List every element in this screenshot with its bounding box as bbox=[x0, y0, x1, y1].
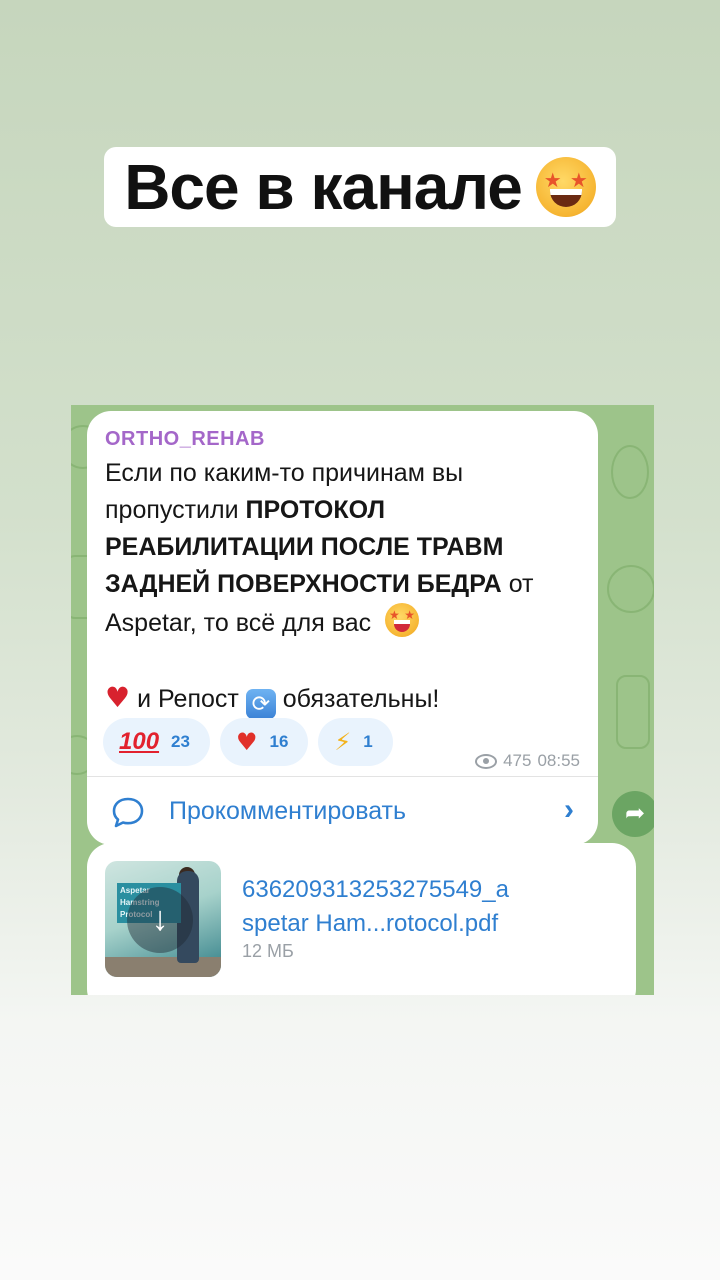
red-heart-icon: ♥ bbox=[105, 681, 131, 714]
reaction-hundred[interactable]: 100 23 bbox=[103, 718, 210, 766]
channel-name[interactable]: ORTHO_REHAB bbox=[105, 428, 265, 451]
chevron-right-icon: › bbox=[564, 793, 574, 826]
star-struck-emoji-icon: ★ ★ bbox=[535, 157, 596, 217]
thumbnail-floor bbox=[105, 957, 221, 977]
post-text-line: Aspetar, то всё для вас ★ ★ bbox=[105, 603, 585, 642]
hundred-points-icon: 100 bbox=[119, 728, 160, 755]
doodle-pattern bbox=[607, 565, 654, 613]
heart-on-fire-icon: ♥ bbox=[235, 728, 258, 756]
telegram-chat-screenshot: ORTHO_REHAB Если по каким-то причинам вы… bbox=[71, 405, 654, 995]
post-text-plain: от bbox=[501, 570, 534, 598]
lightning-icon: ⚡ bbox=[334, 728, 352, 756]
file-name-line: spetar Ham...rotocol.pdf bbox=[242, 910, 499, 937]
doodle-pattern bbox=[616, 675, 650, 749]
reaction-lightning[interactable]: ⚡ 1 bbox=[318, 718, 393, 766]
star-struck-emoji-icon: ★ ★ bbox=[385, 603, 420, 637]
post-text-bold: ЗАДНЕЙ ПОВЕРХНОСТИ БЕДРА bbox=[105, 570, 502, 598]
doodle-pattern bbox=[611, 445, 649, 499]
post-text-line: Если по каким-то причинам вы bbox=[105, 455, 585, 492]
file-size: 12 МБ bbox=[242, 941, 294, 961]
post-text: Если по каким-то причинам вы пропустили … bbox=[105, 455, 585, 719]
post-text-bold: РЕАБИЛИТАЦИИ ПОСЛЕ ТРАВМ bbox=[105, 533, 504, 561]
post-cta-line: ♥ и Репост ⟳ обязательны! bbox=[105, 679, 585, 719]
file-thumbnail[interactable]: Aspetar Hamstring Protocol ↓ bbox=[105, 861, 221, 977]
reaction-count: 1 bbox=[363, 732, 373, 751]
post-text-line: пропустили ПРОТОКОЛ bbox=[105, 492, 585, 529]
file-name-line: 636209313253275549_a bbox=[242, 876, 509, 903]
story-title-sticker: Все в канале ★ ★ bbox=[104, 147, 616, 227]
post-text-plain: Если по каким-то причинам вы bbox=[105, 459, 464, 487]
reactions-bar: 100 23 ♥ 16 ⚡ 1 bbox=[103, 718, 393, 768]
repeat-arrows-icon: ⟳ bbox=[245, 689, 276, 719]
comment-label: Прокомментировать bbox=[169, 797, 407, 825]
post-cta-part1: и Репост bbox=[137, 685, 239, 713]
reaction-count: 16 bbox=[269, 732, 289, 751]
post-text-line: РЕАБИЛИТАЦИИ ПОСЛЕ ТРАВМ bbox=[105, 529, 585, 566]
post-meta: 475 08:55 bbox=[475, 751, 580, 771]
views-eye-icon bbox=[475, 753, 498, 769]
reaction-heart-on-fire[interactable]: ♥ 16 bbox=[219, 718, 309, 766]
views-count: 475 bbox=[503, 751, 532, 770]
post-text-blank bbox=[105, 642, 585, 679]
share-forward-icon[interactable]: ➦ bbox=[612, 791, 654, 837]
story-title: Все в канале bbox=[124, 151, 523, 223]
comment-bubble-icon bbox=[112, 797, 144, 828]
reaction-count: 23 bbox=[171, 732, 190, 751]
post-text-line: ЗАДНЕЙ ПОВЕРХНОСТИ БЕДРА от bbox=[105, 566, 585, 603]
file-name[interactable]: 636209313253275549_a spetar Ham...rotoco… bbox=[242, 873, 582, 941]
post-time: 08:55 bbox=[537, 751, 580, 770]
comment-button[interactable]: Прокомментировать › bbox=[87, 777, 598, 845]
post-cta-part2: обязательны! bbox=[282, 685, 440, 713]
post-text-bold: ПРОТОКОЛ bbox=[245, 496, 385, 524]
post-text-plain: пропустили bbox=[105, 496, 246, 524]
download-arrow-icon[interactable]: ↓ bbox=[127, 887, 193, 953]
post-text-plain: Aspetar, то всё для вас bbox=[105, 609, 372, 637]
channel-post-bubble: ORTHO_REHAB Если по каким-то причинам вы… bbox=[87, 411, 598, 845]
file-message-bubble: Aspetar Hamstring Protocol ↓ 63620931325… bbox=[87, 843, 636, 995]
